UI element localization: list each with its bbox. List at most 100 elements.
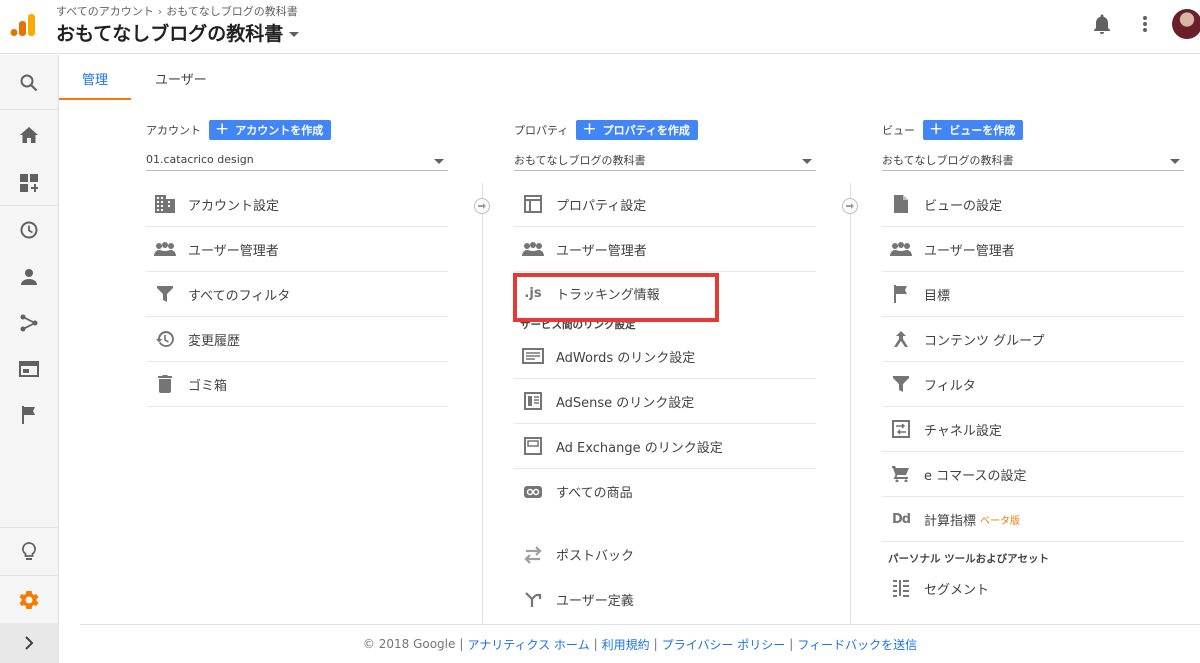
item-label: 変更履歴 (188, 333, 241, 349)
account-select[interactable]: 01.catacrico design (146, 149, 448, 171)
realtime-clock-icon[interactable] (0, 208, 58, 252)
expand-chevron-icon[interactable] (0, 623, 58, 663)
view-user-management-item[interactable]: ユーザー管理者 (882, 227, 1184, 272)
adwords-icon (522, 345, 544, 367)
view-column: ビュー + ビューを作成 おもてなしブログの教科書 ビューの設定 ユーザー管理者… (882, 118, 1184, 598)
property-column: プロパティ + プロパティを作成 おもてなしブログの教科書 プロパティ設定 ユー… (514, 118, 816, 609)
plus-icon: + (215, 118, 230, 139)
flag-icon (890, 283, 912, 305)
tab-admin[interactable]: 管理 (59, 66, 131, 100)
create-property-button[interactable]: + プロパティを作成 (576, 120, 698, 140)
property-title: おもてなしブログの教科書 (56, 23, 284, 45)
goals-item[interactable]: 目標 (882, 272, 1184, 317)
item-label: フィルタ (924, 378, 976, 394)
copyright-text: © 2018 Google (362, 637, 456, 651)
trash-item[interactable]: ゴミ箱 (146, 362, 448, 407)
property-user-management-item[interactable]: ユーザー管理者 (514, 227, 816, 272)
change-history-item[interactable]: 変更履歴 (146, 317, 448, 362)
content-grouping-item[interactable]: コンテンツ グループ (882, 317, 1184, 362)
arrow-right-icon (474, 198, 490, 214)
analytics-logo-icon[interactable] (10, 12, 36, 38)
create-view-label: ビューを作成 (949, 124, 1016, 137)
breadcrumb-current[interactable]: おもてなしブログの教科書 (166, 3, 298, 19)
footer: © 2018 Google | アナリティクス ホーム | 利用規約 | プライ… (80, 624, 1200, 663)
column-divider (850, 183, 851, 623)
customization-icon[interactable] (0, 161, 58, 205)
document-icon (890, 193, 912, 215)
custom-definitions-item[interactable]: ユーザー定義 (514, 577, 816, 622)
item-label: ビューの設定 (924, 198, 1003, 214)
left-nav (0, 55, 59, 663)
account-column: アカウント + アカウントを作成 01.catacrico design アカウ… (146, 118, 448, 407)
view-select[interactable]: おもてなしブログの教科書 (882, 149, 1184, 171)
item-label: ユーザー管理者 (188, 243, 279, 259)
account-user-management-item[interactable]: ユーザー管理者 (146, 227, 448, 272)
behavior-icon[interactable] (0, 347, 58, 391)
account-settings-item[interactable]: アカウント設定 (146, 182, 448, 227)
search-icon[interactable] (0, 61, 58, 105)
plus-icon: + (582, 118, 597, 139)
item-label: Ad Exchange のリンク設定 (556, 440, 723, 456)
send-feedback-link[interactable]: フィードバックを送信 (797, 636, 917, 653)
top-header: すべてのアカウント › おもてなしブログの教科書 おもてなしブログの教科書 (0, 0, 1200, 54)
property-select[interactable]: おもてなしブログの教科書 (514, 149, 816, 171)
all-products-item[interactable]: すべての商品 (514, 469, 816, 514)
trash-icon (154, 373, 176, 395)
channel-settings-icon (890, 418, 912, 440)
privacy-policy-link[interactable]: プライバシー ポリシー (662, 636, 786, 653)
item-label: すべての商品 (556, 486, 633, 501)
view-settings-item[interactable]: ビューの設定 (882, 182, 1184, 227)
calculated-metrics-item[interactable]: Dd 計算指標 ベータ版 (882, 497, 1184, 542)
ad-exchange-link-item[interactable]: Ad Exchange のリンク設定 (514, 424, 816, 469)
segments-item[interactable]: セグメント (882, 568, 1184, 608)
item-label: AdWords のリンク設定 (556, 350, 696, 366)
cart-icon (890, 463, 912, 485)
dropdown-caret-icon (289, 31, 300, 37)
postback-item[interactable]: ポストバック (514, 532, 816, 577)
item-label: コンテンツ グループ (924, 333, 1045, 349)
account-select-value: 01.catacrico design (146, 153, 254, 166)
custom-definitions-icon (522, 589, 544, 611)
more-vert-icon[interactable] (1133, 12, 1157, 36)
conversions-flag-icon[interactable] (0, 393, 58, 437)
create-account-button[interactable]: + アカウントを作成 (209, 118, 332, 140)
discover-lightbulb-icon[interactable] (0, 530, 58, 574)
plus-icon: + (929, 118, 944, 139)
item-label: ユーザー管理者 (924, 243, 1015, 259)
analytics-home-link[interactable]: アナリティクス ホーム (467, 636, 589, 653)
home-icon[interactable] (0, 113, 58, 157)
all-filters-item[interactable]: すべてのフィルタ (146, 272, 448, 317)
postback-icon (522, 544, 544, 566)
view-select-value: おもてなしブログの教科書 (882, 153, 1014, 167)
arrow-right-icon (842, 198, 858, 214)
terms-link[interactable]: 利用規約 (602, 636, 650, 653)
create-property-label: プロパティを作成 (602, 124, 690, 137)
channel-settings-item[interactable]: チャネル設定 (882, 407, 1184, 452)
acquisition-icon[interactable] (0, 301, 58, 345)
view-filters-item[interactable]: フィルタ (882, 362, 1184, 407)
bell-icon[interactable] (1090, 12, 1114, 36)
account-label: アカウント (146, 124, 201, 137)
adsense-link-item[interactable]: AdSense のリンク設定 (514, 379, 816, 424)
user-avatar[interactable] (1172, 9, 1200, 39)
ecommerce-settings-item[interactable]: e コマースの設定 (882, 452, 1184, 497)
personal-tools-section-title: パーソナル ツールおよびアセット (888, 552, 1049, 565)
adwords-link-item[interactable]: AdWords のリンク設定 (514, 334, 816, 379)
property-label: プロパティ (514, 124, 569, 137)
breadcrumb-root[interactable]: すべてのアカウント (56, 3, 154, 19)
filter-icon (890, 373, 912, 395)
admin-gear-icon[interactable] (0, 578, 58, 622)
create-view-button[interactable]: + ビューを作成 (923, 118, 1024, 140)
filter-icon (154, 283, 176, 305)
tracking-info-highlight (513, 273, 719, 322)
people-icon (890, 238, 912, 260)
tab-user[interactable]: ユーザー (155, 66, 207, 100)
property-settings-item[interactable]: プロパティ設定 (514, 182, 816, 227)
item-label: チャネル設定 (924, 423, 1002, 439)
audience-person-icon[interactable] (0, 255, 58, 299)
item-label: ユーザー定義 (556, 594, 634, 609)
calculated-metrics-icon: Dd (891, 511, 911, 527)
item-label: e コマースの設定 (924, 468, 1027, 484)
link-icon (522, 481, 544, 503)
property-selector[interactable]: おもてなしブログの教科書 (56, 19, 300, 46)
